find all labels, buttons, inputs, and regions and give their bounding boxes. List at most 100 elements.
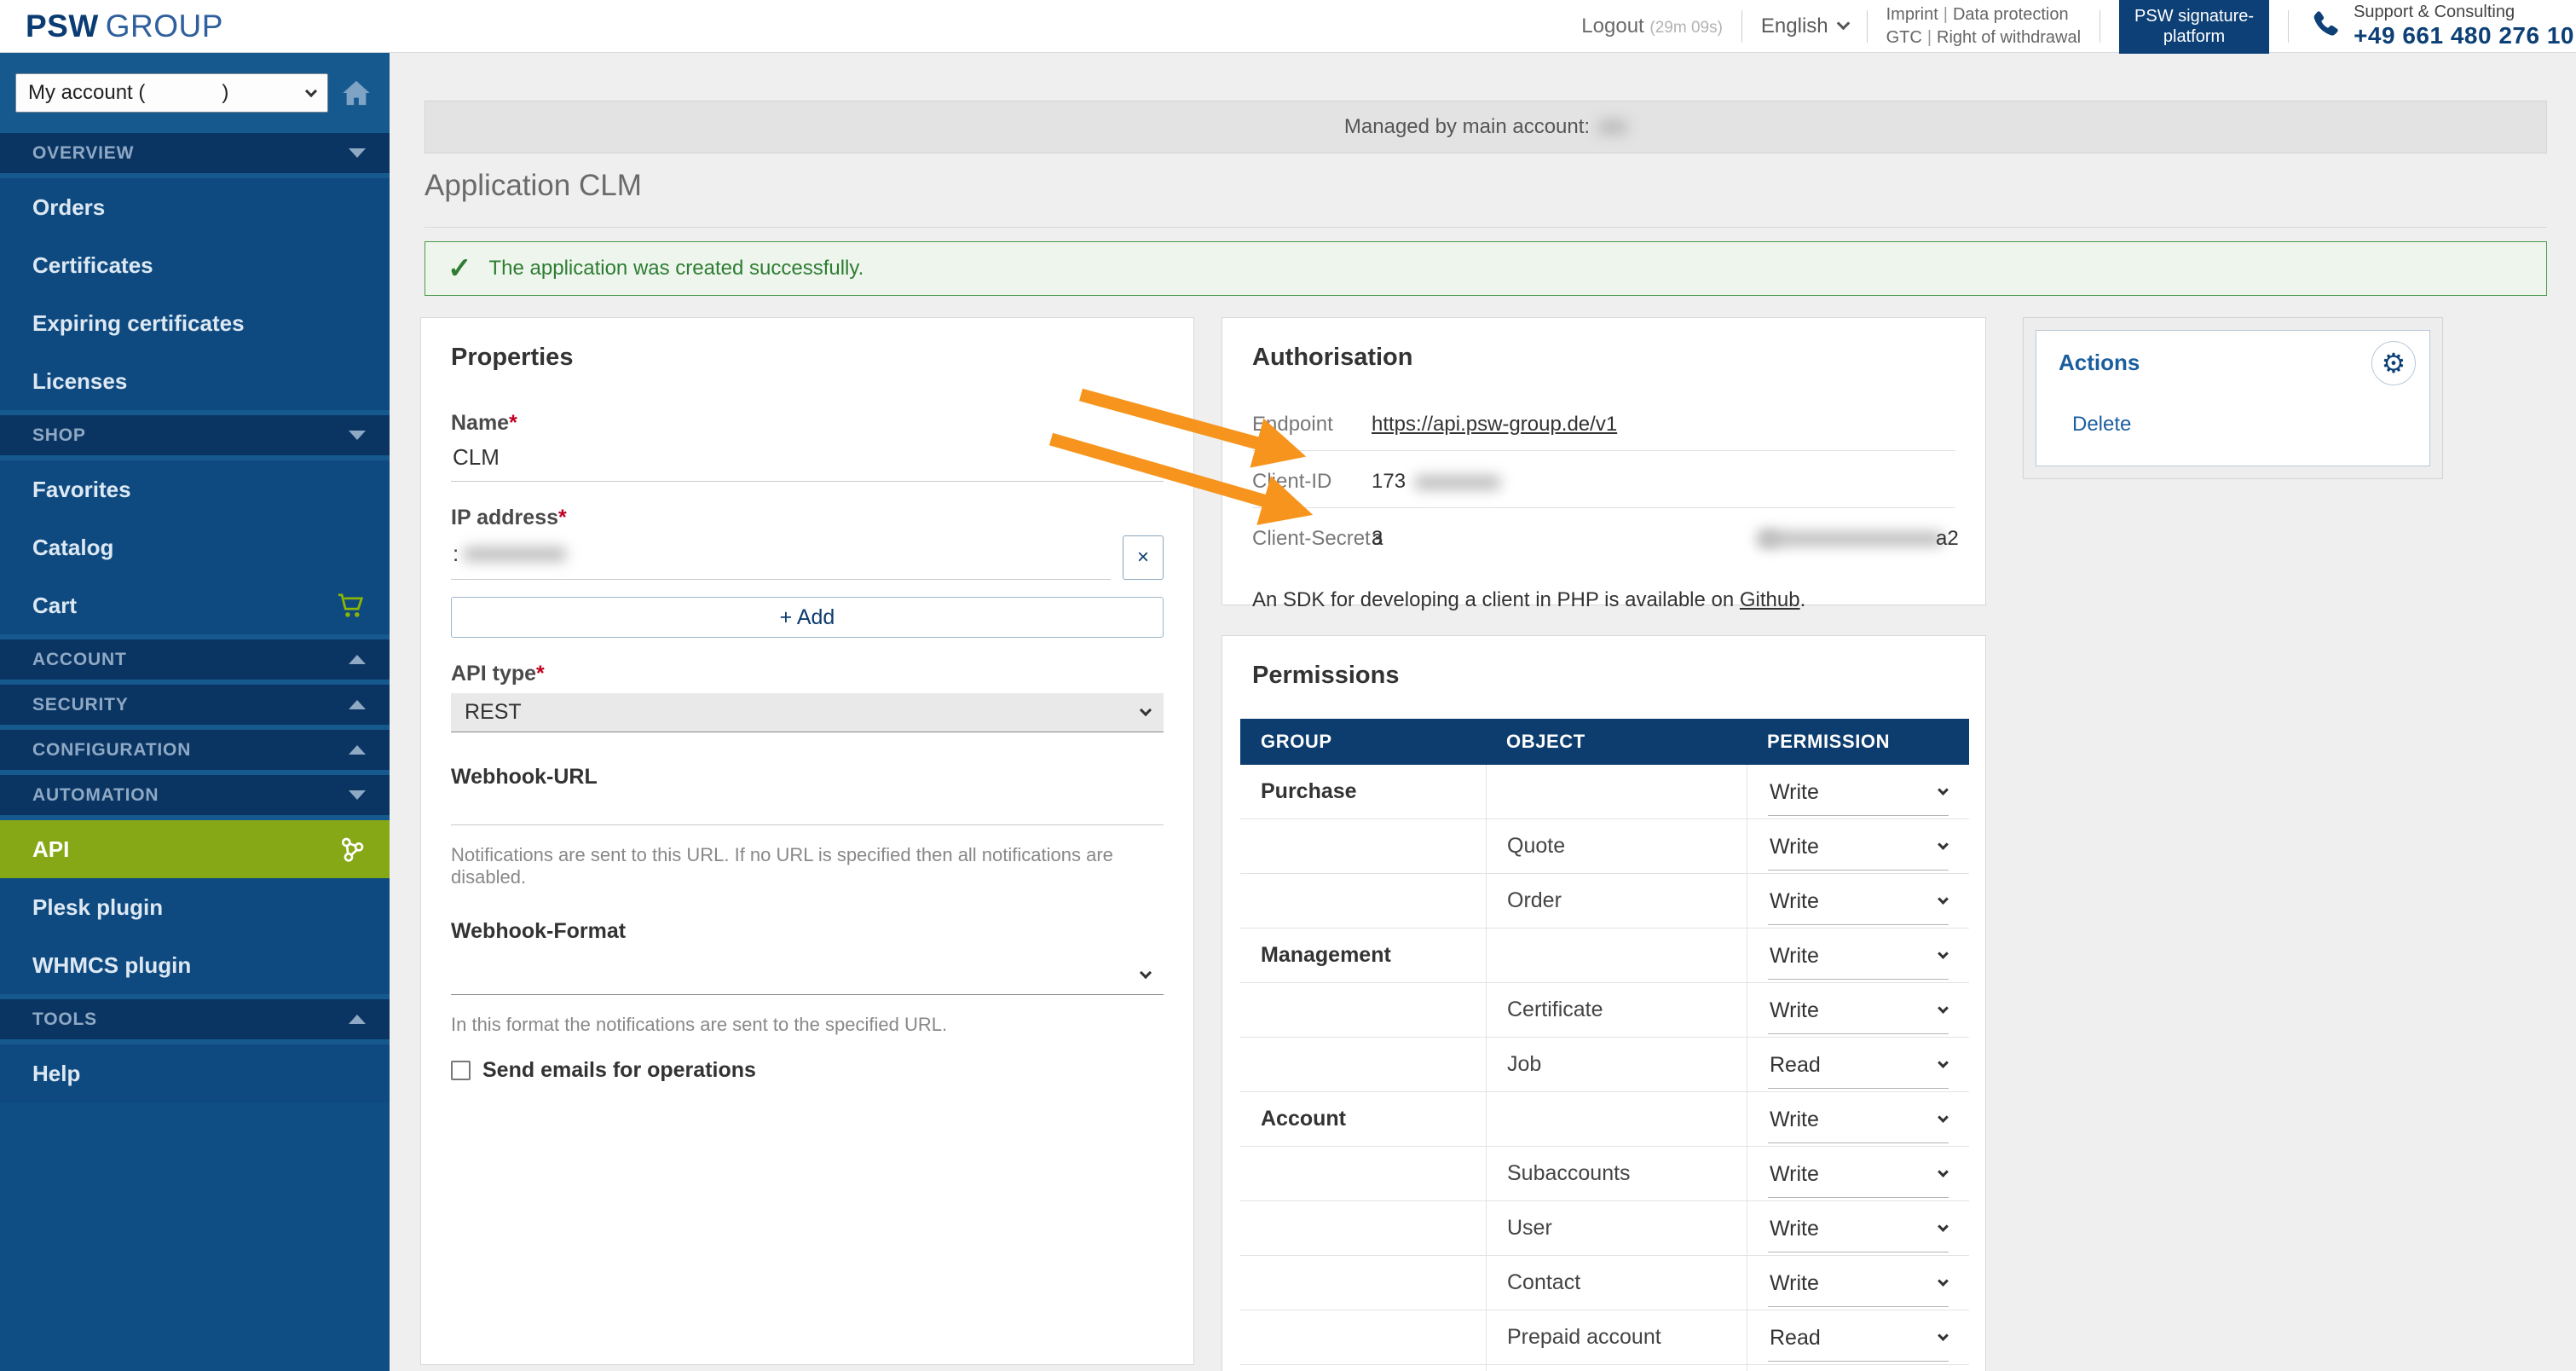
table-row: Prepaid account Read (1240, 1310, 1969, 1365)
item-label: Cart (32, 593, 77, 619)
permission-select[interactable]: Write (1768, 1271, 1949, 1307)
webhook-url-input[interactable] (451, 790, 1164, 825)
permission-select[interactable]: Write (1768, 1108, 1949, 1143)
add-ip-button[interactable]: + Add (451, 597, 1164, 638)
group-cell (1240, 874, 1486, 928)
section-label: OVERVIEW (32, 143, 134, 164)
divider (1741, 10, 1742, 43)
webhook-url-help: Notifications are sent to this URL. If n… (451, 844, 1164, 888)
delete-action[interactable]: Delete (2072, 413, 2131, 437)
data-protection-link[interactable]: Data protection (1953, 5, 2069, 24)
item-label: Licenses (32, 368, 127, 395)
chevron-down-icon (305, 85, 317, 97)
object-cell: Certificate (1486, 983, 1747, 1037)
endpoint-link[interactable]: https://api.psw-group.de/v1 (1372, 413, 1617, 436)
permission-select[interactable]: Write (1768, 835, 1949, 871)
permission-select[interactable]: Read (1768, 1053, 1949, 1089)
alert-message: The application was created successfully… (489, 257, 864, 281)
sidebar: My account ( ) OVERVIEW Orders Certifica… (0, 53, 390, 1371)
remove-ip-button[interactable]: × (1123, 535, 1164, 580)
chevron-down-icon (1938, 1057, 1949, 1068)
chevron-down-icon (1938, 1166, 1949, 1177)
account-select[interactable]: My account ( ) (15, 73, 328, 113)
github-link[interactable]: Github (1740, 588, 1800, 611)
object-cell: Prepaid account (1486, 1310, 1747, 1364)
sidebar-section-security[interactable]: SECURITY (0, 685, 390, 725)
managed-by-banner: Managed by main account: (425, 101, 2547, 153)
ip-address-input[interactable]: : (451, 530, 1111, 580)
actions-panel: Actions ⚙ Delete (2023, 317, 2443, 479)
imprint-link[interactable]: Imprint (1886, 5, 1938, 24)
permission-select[interactable]: Write (1768, 944, 1949, 980)
permission-select[interactable]: Read (1768, 1326, 1949, 1362)
webhook-format-select[interactable] (451, 956, 1164, 995)
session-timer: (29m 09s) (1649, 19, 1723, 37)
object-cell: Order (1486, 874, 1747, 928)
title-divider (425, 227, 2547, 228)
group-cell (1240, 1365, 1486, 1371)
api-type-select[interactable]: REST (451, 693, 1164, 732)
permission-select[interactable]: Write (1768, 1162, 1949, 1198)
table-row: Contact Write (1240, 1256, 1969, 1310)
success-alert: ✓ The application was created successful… (425, 241, 2547, 296)
sidebar-section-automation[interactable]: AUTOMATION (0, 775, 390, 815)
logo-psw: PSW (26, 9, 99, 43)
name-input[interactable]: CLM (451, 436, 1164, 482)
sidebar-item-licenses[interactable]: Licenses (0, 352, 390, 410)
sidebar-section-shop[interactable]: SHOP (0, 415, 390, 455)
send-emails-checkbox-row[interactable]: Send emails for operations (451, 1058, 1164, 1083)
logout-link[interactable]: Logout (29m 09s) (1581, 14, 1723, 38)
permission-cell (1747, 1365, 1969, 1371)
authorisation-title: Authorisation (1252, 344, 1955, 372)
chevron-down-icon (1140, 704, 1152, 716)
actions-title: Actions (2059, 350, 2407, 376)
table-row: Subaccounts Write (1240, 1147, 1969, 1201)
permissions-table-header: GROUP OBJECT PERMISSION (1240, 719, 1969, 765)
item-label: WHMCS plugin (32, 952, 191, 979)
right-of-withdrawal-link[interactable]: Right of withdrawal (1937, 28, 2081, 47)
sidebar-section-overview[interactable]: OVERVIEW (0, 133, 390, 173)
sidebar-section-tools[interactable]: TOOLS (0, 999, 390, 1039)
sidebar-item-api[interactable]: API (0, 820, 390, 878)
sidebar-item-orders[interactable]: Orders (0, 178, 390, 236)
chevron-down-icon (349, 790, 366, 800)
permission-select[interactable]: Write (1768, 1217, 1949, 1252)
client-secret-value: a a2 3 (1372, 527, 1955, 551)
object-cell (1486, 1092, 1747, 1146)
gtc-link[interactable]: GTC (1886, 28, 1922, 47)
table-row: Job Read (1240, 1038, 1969, 1092)
group-cell: Account (1240, 1092, 1486, 1146)
sidebar-item-certificates[interactable]: Certificates (0, 236, 390, 294)
phone-number[interactable]: +49 661 480 276 10 (2354, 22, 2574, 49)
api-type-value: REST (465, 700, 522, 725)
chevron-down-icon (1938, 1330, 1949, 1341)
chevron-down-icon (1938, 839, 1949, 850)
sidebar-item-whmcs-plugin[interactable]: WHMCS plugin (0, 936, 390, 994)
object-cell: User (1486, 1201, 1747, 1255)
gear-icon[interactable]: ⚙ (2371, 341, 2416, 385)
checkbox-unchecked-icon[interactable] (451, 1061, 471, 1080)
sidebar-item-plesk-plugin[interactable]: Plesk plugin (0, 878, 390, 936)
sidebar-filler (0, 1102, 390, 1371)
sidebar-item-catalog[interactable]: Catalog (0, 518, 390, 576)
permission-select[interactable]: Write (1768, 998, 1949, 1034)
endpoint-label: Endpoint (1252, 413, 1372, 437)
permission-select[interactable]: Write (1768, 780, 1949, 816)
group-cell: Purchase (1240, 765, 1486, 819)
sidebar-section-account[interactable]: ACCOUNT (0, 639, 390, 680)
table-row-clipped (1240, 1365, 1969, 1371)
sidebar-item-cart[interactable]: Cart (0, 576, 390, 634)
sidebar-item-favorites[interactable]: Favorites (0, 460, 390, 518)
sidebar-section-configuration[interactable]: CONFIGURATION (0, 730, 390, 770)
sidebar-item-help[interactable]: Help (0, 1044, 390, 1102)
language-select[interactable]: English (1761, 14, 1848, 38)
sidebar-item-expiring-certificates[interactable]: Expiring certificates (0, 294, 390, 352)
account-select-suffix: ) (222, 81, 228, 105)
section-label: CONFIGURATION (32, 740, 191, 761)
home-icon[interactable] (342, 79, 371, 107)
psw-signature-platform-button[interactable]: PSW signature- platform (2119, 0, 2269, 54)
object-cell: Subaccounts (1486, 1147, 1747, 1200)
table-row: User Write (1240, 1201, 1969, 1256)
account-row: My account ( ) (0, 53, 390, 133)
permission-select[interactable]: Write (1768, 889, 1949, 925)
